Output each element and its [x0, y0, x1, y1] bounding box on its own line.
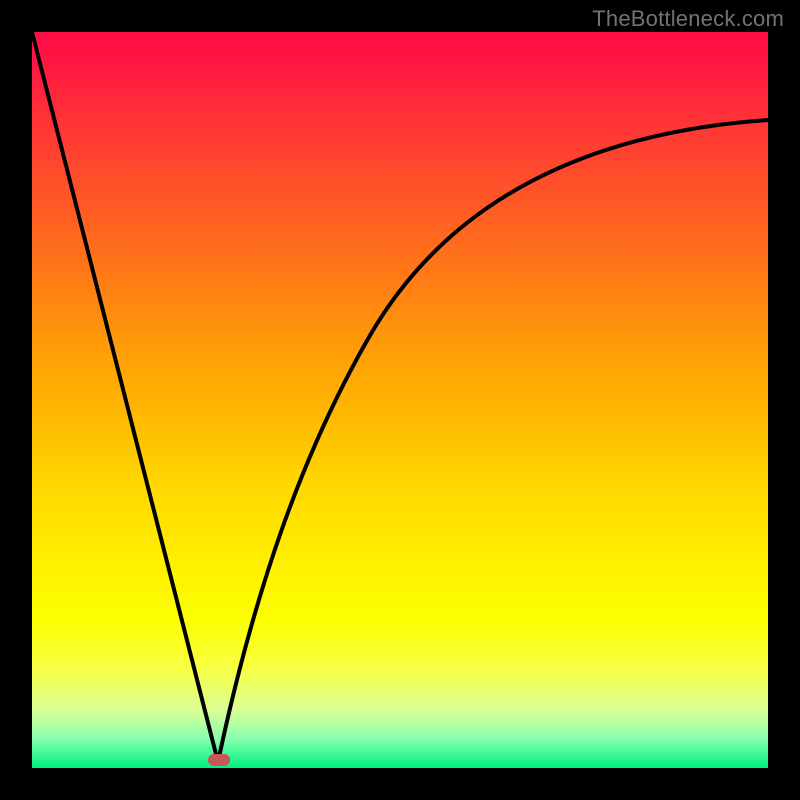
curve-svg [32, 32, 768, 768]
bottleneck-curve [32, 32, 768, 762]
optimal-point-marker [208, 754, 230, 766]
watermark-text: TheBottleneck.com [592, 6, 784, 32]
chart-area [32, 32, 768, 768]
